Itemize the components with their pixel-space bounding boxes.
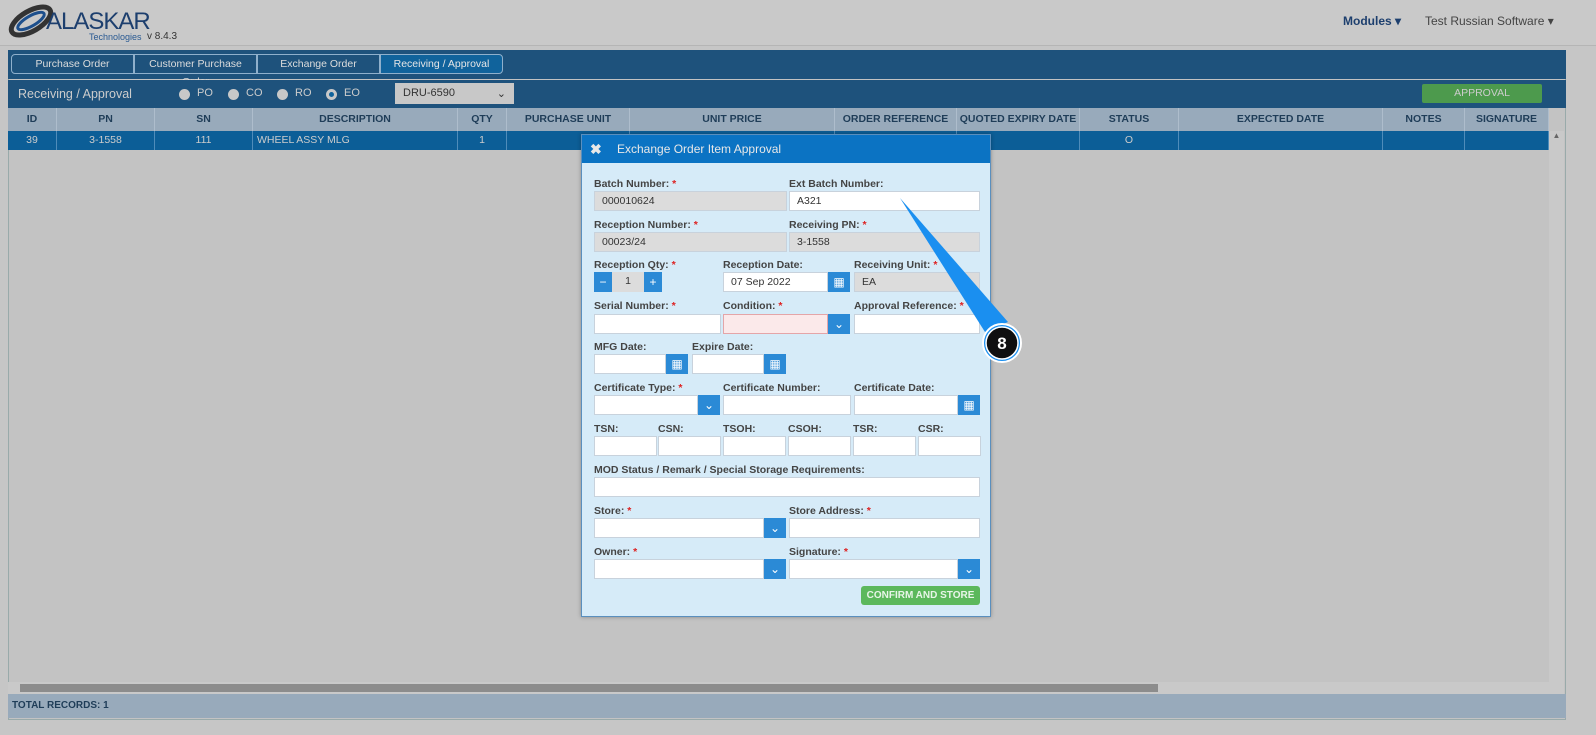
callout-number: 8 [997,334,1006,353]
callout-pointer [900,198,1008,332]
callout-layer: 8 [900,198,1022,363]
